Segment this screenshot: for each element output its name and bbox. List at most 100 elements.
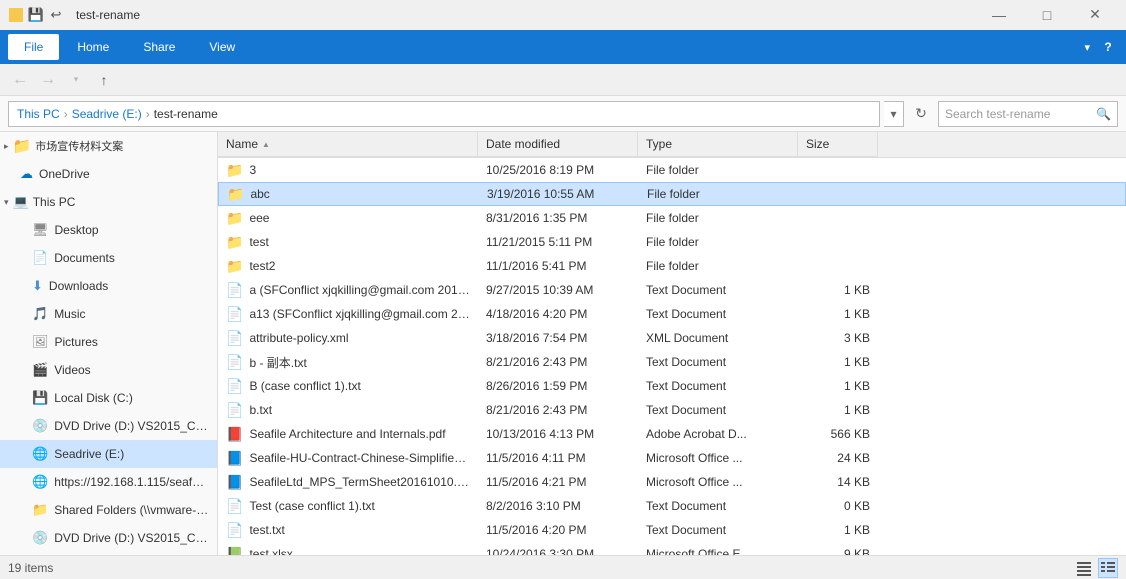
sidebar-label-pictures: Pictures	[55, 335, 98, 349]
file-row[interactable]: 📘 Seafile-HU-Contract-Chinese-Simplified…	[218, 446, 1126, 470]
thispc-icon: 💻	[13, 194, 29, 210]
file-name: b - 副本.txt	[249, 354, 306, 371]
up-button[interactable]: ↑	[92, 68, 116, 92]
file-row[interactable]: 📁 eee 8/31/2016 1:35 PM File folder	[218, 206, 1126, 230]
address-path[interactable]: This PC › Seadrive (E:) › test-rename	[8, 101, 880, 127]
help-button[interactable]: ?	[1098, 37, 1118, 57]
seadrive-icon: 🌐	[32, 446, 48, 462]
sidebar-item-quick-access-folder[interactable]: ▸ 📁 市场宣传材料文案	[0, 132, 217, 160]
sidebar-label-shared: Shared Folders (\\vmware-ho...	[54, 503, 209, 517]
file-row[interactable]: 📄 B (case conflict 1).txt 8/26/2016 1:59…	[218, 374, 1126, 398]
breadcrumb-thispc[interactable]: This PC	[17, 107, 60, 121]
ribbon-expand-btn[interactable]: ▾	[1084, 41, 1090, 54]
file-row[interactable]: 📁 3 10/25/2016 8:19 PM File folder	[218, 158, 1126, 182]
main-layout: ▸ 📁 市场宣传材料文案 ☁ OneDrive ▾ 💻 This PC 🖥 De…	[0, 132, 1126, 555]
file-row[interactable]: 📄 b - 副本.txt 8/21/2016 2:43 PM Text Docu…	[218, 350, 1126, 374]
detail-view-button[interactable]	[1098, 558, 1118, 578]
file-date-cell: 9/27/2015 10:39 AM	[478, 278, 638, 302]
sidebar-item-dvd2[interactable]: 💿 DVD Drive (D:) VS2015_COM_E...	[0, 524, 217, 552]
list-view-button[interactable]	[1074, 558, 1094, 578]
file-row[interactable]: 📁 abc 3/19/2016 10:55 AM File folder	[218, 182, 1126, 206]
back-button[interactable]: ←	[8, 68, 32, 92]
ribbon: File Home Share View ▾ ?	[0, 30, 1126, 64]
sidebar-item-network[interactable]: ▸ 🌐 Network	[0, 552, 217, 555]
col-header-type[interactable]: Type	[638, 132, 798, 157]
refresh-button[interactable]: ↻	[908, 101, 934, 127]
file-name-cell: 📁 test2	[218, 254, 478, 278]
file-type-cell: Text Document	[638, 374, 798, 398]
file-name: test2	[249, 259, 275, 273]
recent-locations-button[interactable]: ▾	[64, 68, 88, 92]
breadcrumb-seadrive[interactable]: Seadrive (E:)	[72, 107, 142, 121]
sidebar-item-seafile-url[interactable]: 🌐 https://192.168.1.115/seafda...	[0, 468, 217, 496]
address-dropdown[interactable]: ▾	[884, 101, 904, 127]
tab-home[interactable]: Home	[61, 34, 125, 60]
sidebar-item-music[interactable]: 🎵 Music	[0, 300, 217, 328]
file-row[interactable]: 📄 test.txt 11/5/2016 4:20 PM Text Docume…	[218, 518, 1126, 542]
file-icon: 📁	[226, 162, 243, 179]
file-row[interactable]: 📕 Seafile Architecture and Internals.pdf…	[218, 422, 1126, 446]
tab-share[interactable]: Share	[127, 34, 191, 60]
file-date-cell: 10/13/2016 4:13 PM	[478, 422, 638, 446]
file-row[interactable]: 📄 b.txt 8/21/2016 2:43 PM Text Document …	[218, 398, 1126, 422]
file-size-cell: 1 KB	[798, 302, 878, 326]
sidebar-item-desktop[interactable]: 🖥 Desktop	[0, 216, 217, 244]
file-type-cell: Text Document	[638, 350, 798, 374]
desktop-icon: 🖥	[32, 222, 49, 238]
file-row[interactable]: 📄 attribute-policy.xml 3/18/2016 7:54 PM…	[218, 326, 1126, 350]
expand-icon-thispc: ▾	[4, 197, 9, 208]
file-name: a (SFConflict xjqkilling@gmail.com 2015-…	[249, 283, 470, 297]
forward-button[interactable]: →	[36, 68, 60, 92]
expand-icon: ▸	[4, 141, 9, 152]
file-date-cell: 11/5/2016 4:11 PM	[478, 446, 638, 470]
minimize-button[interactable]: —	[976, 0, 1022, 30]
search-icon[interactable]: 🔍	[1096, 107, 1111, 121]
file-row[interactable]: 📁 test 11/21/2015 5:11 PM File folder	[218, 230, 1126, 254]
sidebar-item-thispc[interactable]: ▾ 💻 This PC	[0, 188, 217, 216]
sidebar-item-documents[interactable]: 📄 Documents	[0, 244, 217, 272]
col-header-size[interactable]: Size	[798, 132, 878, 157]
dvd-icon: 💿	[32, 418, 48, 434]
file-type-cell: File folder	[638, 206, 798, 230]
search-box[interactable]: Search test-rename 🔍	[938, 101, 1118, 127]
sidebar-item-dvd[interactable]: 💿 DVD Drive (D:) VS2015_COM_...	[0, 412, 217, 440]
file-row[interactable]: 📄 Test (case conflict 1).txt 8/2/2016 3:…	[218, 494, 1126, 518]
sidebar-item-videos[interactable]: 🎬 Videos	[0, 356, 217, 384]
file-icon: 📘	[226, 450, 243, 467]
file-icon: 📁	[226, 258, 243, 275]
file-row[interactable]: 📄 a13 (SFConflict xjqkilling@gmail.com 2…	[218, 302, 1126, 326]
file-type-cell: File folder	[639, 183, 799, 205]
file-name: test.txt	[249, 523, 284, 537]
file-row[interactable]: 📗 test.xlsx 10/24/2016 3:30 PM Microsoft…	[218, 542, 1126, 555]
sidebar-label-videos: Videos	[54, 363, 90, 377]
close-button[interactable]: ✕	[1072, 0, 1118, 30]
file-date-cell: 11/1/2016 5:41 PM	[478, 254, 638, 278]
sidebar-item-localdisk[interactable]: 💾 Local Disk (C:)	[0, 384, 217, 412]
col-header-date[interactable]: Date modified	[478, 132, 638, 157]
sidebar-item-seadrive[interactable]: 🌐 Seadrive (E:)	[0, 440, 217, 468]
sidebar-label-seafile: https://192.168.1.115/seafda...	[54, 475, 209, 489]
file-name-cell: 📁 test	[218, 230, 478, 254]
file-date-cell: 10/25/2016 8:19 PM	[478, 158, 638, 182]
tab-file[interactable]: File	[8, 34, 59, 60]
tab-view[interactable]: View	[193, 34, 251, 60]
sidebar-item-pictures[interactable]: 🖼 Pictures	[0, 328, 217, 356]
sidebar-item-onedrive[interactable]: ☁ OneDrive	[0, 160, 217, 188]
sidebar-item-downloads[interactable]: ⬇ Downloads	[0, 272, 217, 300]
file-type-cell: File folder	[638, 254, 798, 278]
save-icon[interactable]: 💾	[28, 7, 44, 23]
file-row[interactable]: 📄 a (SFConflict xjqkilling@gmail.com 201…	[218, 278, 1126, 302]
col-header-name[interactable]: Name ▲	[218, 132, 478, 157]
maximize-button[interactable]: □	[1024, 0, 1070, 30]
file-type-cell: Text Document	[638, 518, 798, 542]
undo-icon[interactable]: ↩	[48, 7, 64, 23]
app-icon	[8, 7, 24, 23]
file-list: 📁 3 10/25/2016 8:19 PM File folder 📁 abc…	[218, 158, 1126, 555]
file-row[interactable]: 📘 SeafileLtd_MPS_TermSheet20161010.docx …	[218, 470, 1126, 494]
file-size-cell: 1 KB	[798, 278, 878, 302]
sidebar-item-shared[interactable]: 📁 Shared Folders (\\vmware-ho...	[0, 496, 217, 524]
file-row[interactable]: 📁 test2 11/1/2016 5:41 PM File folder	[218, 254, 1126, 278]
file-name-cell: 📘 SeafileLtd_MPS_TermSheet20161010.docx	[218, 470, 478, 494]
file-size-cell: 566 KB	[798, 422, 878, 446]
file-icon: 📄	[226, 522, 243, 539]
